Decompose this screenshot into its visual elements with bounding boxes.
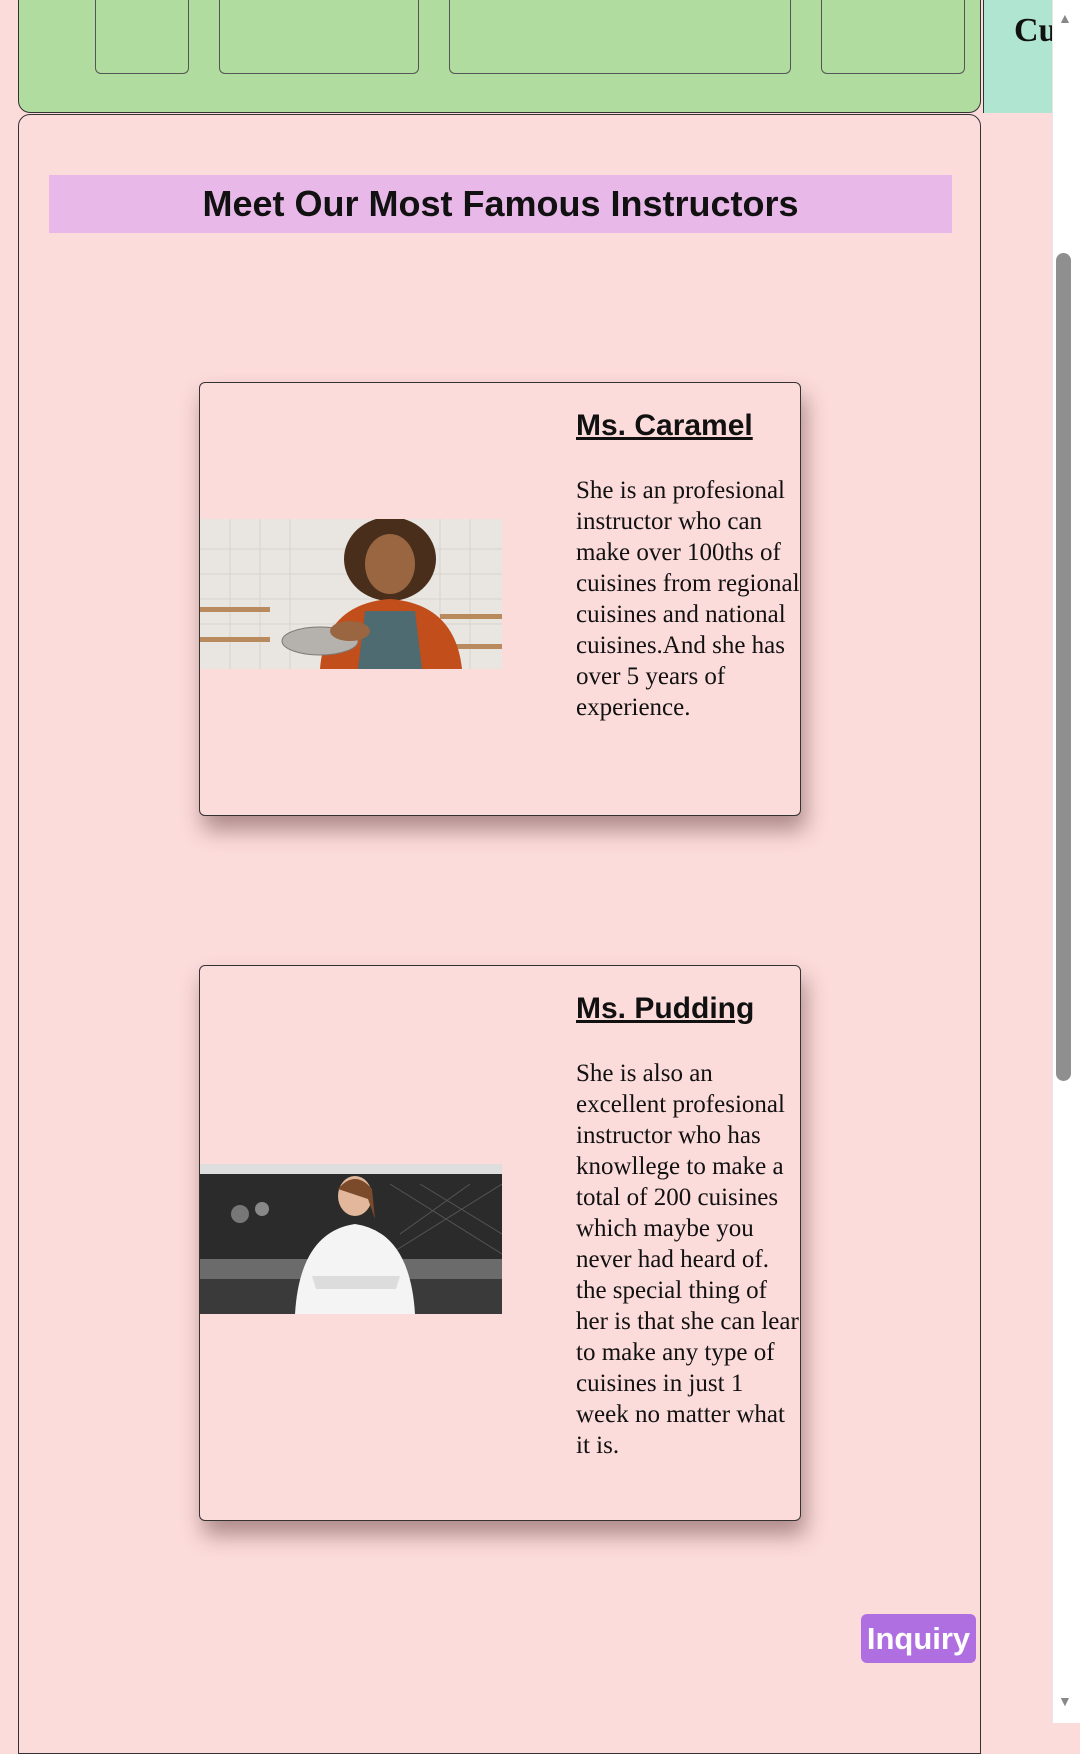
scrollbar-thumb[interactable]	[1056, 253, 1071, 1081]
scroll-up-icon[interactable]: ▲	[1058, 13, 1072, 27]
instructors-section: Meet Our Most Famous Instructors Ms. Car…	[18, 114, 981, 1754]
instructor-name: Ms. Pudding	[576, 992, 755, 1025]
inquiry-button[interactable]: Inquiry	[861, 1614, 976, 1663]
instructor-info-pudding: Ms. Pudding She is also an excellent pro…	[576, 992, 802, 1461]
instructor-info-caramel: Ms. Caramel She is an profesional instru…	[576, 409, 802, 723]
instructor-name: Ms. Caramel	[576, 409, 753, 442]
scroll-down-icon[interactable]: ▼	[1058, 1696, 1072, 1710]
instructor-description: She is an profesional instructor who can…	[576, 477, 800, 721]
instructor-photo-caramel	[200, 519, 502, 669]
nav-item-3[interactable]	[449, 0, 791, 74]
top-nav-bar	[18, 0, 981, 113]
instructor-description: She is also an excellent profesional ins…	[576, 1060, 799, 1459]
nav-item-2[interactable]	[219, 0, 419, 74]
instructor-card-caramel: Ms. Caramel She is an profesional instru…	[199, 382, 801, 816]
instructor-card-pudding: Ms. Pudding She is also an excellent pro…	[199, 965, 801, 1521]
nav-item-4[interactable]	[821, 0, 965, 74]
photo-pudding-image	[200, 1164, 502, 1314]
vertical-scrollbar[interactable]: ▲ ▼	[1052, 0, 1080, 1723]
side-panel-label: Cu	[1014, 12, 1052, 49]
nav-item-1[interactable]	[95, 0, 189, 74]
photo-caramel-image	[200, 519, 502, 669]
section-heading: Meet Our Most Famous Instructors	[202, 183, 799, 224]
side-panel: Cu	[983, 0, 1052, 113]
section-heading-bar: Meet Our Most Famous Instructors	[49, 175, 952, 233]
instructor-photo-pudding	[200, 1164, 502, 1314]
